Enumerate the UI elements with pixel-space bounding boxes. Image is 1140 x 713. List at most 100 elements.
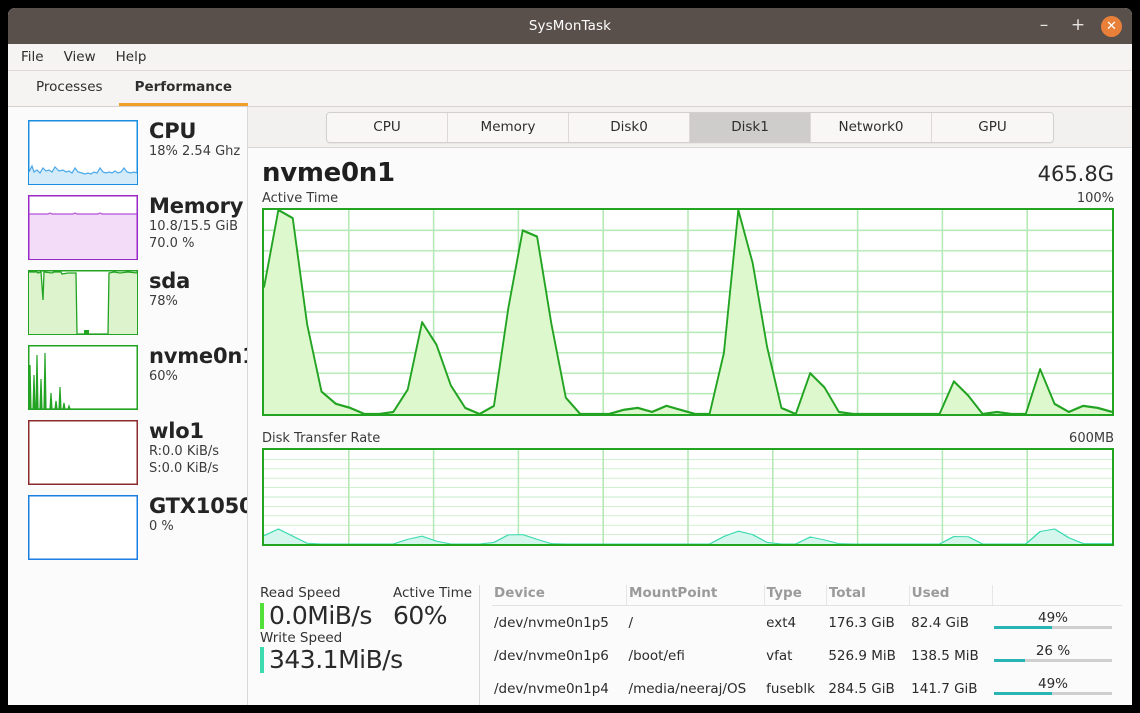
sidebar-item-gtx1050-text: GTX1050 0 % [149, 495, 241, 535]
active-time-stat-label: Active Time [393, 585, 472, 601]
cell-usage: 26 % [992, 639, 1122, 672]
usage-fill [994, 659, 1025, 662]
table-row[interactable]: /dev/nvme0n1p4 /media/neeraj/OS fuseblk … [492, 672, 1122, 705]
device-size: 465.8G [1038, 162, 1114, 186]
sidebar-item-sda[interactable]: sda 78% [8, 265, 247, 340]
usage-track [994, 626, 1112, 629]
table-row[interactable]: /dev/nvme0n1p6 /boot/efi vfat 526.9 MiB … [492, 639, 1122, 672]
partition-table: Device MountPoint Type Total Used /dev/n… [492, 585, 1122, 705]
sidebar-item-cpu-text: CPU 18% 2.54 Ghz [149, 120, 240, 160]
sidebar-item-cpu[interactable]: CPU 18% 2.54 Ghz [8, 115, 247, 190]
sidebar-item-wlo1-sub1: R:0.0 KiB/s [149, 443, 219, 460]
menu-item-view[interactable]: View [62, 47, 98, 67]
device-tab-bar: CPU Memory Disk0 Disk1 Network0 GPU [248, 107, 1132, 148]
usage-percent: 49% [994, 676, 1112, 692]
speed-stats: Read Speed Active Time 0.0MiB/s 60% Writ… [248, 585, 480, 705]
window-controls: – + ✕ [1033, 8, 1122, 44]
col-mountpoint[interactable]: MountPoint [627, 585, 765, 606]
sda-sparkline [28, 270, 138, 335]
partition-header-row: Device MountPoint Type Total Used [492, 585, 1122, 606]
cell-device: /dev/nvme0n1p5 [492, 606, 627, 640]
sidebar-item-wlo1[interactable]: wlo1 R:0.0 KiB/s S:0.0 KiB/s [8, 415, 247, 490]
active-time-max: 100% [1077, 191, 1114, 206]
partition-table-wrap: Device MountPoint Type Total Used /dev/n… [480, 585, 1132, 705]
cell-mountpoint: /boot/efi [627, 639, 765, 672]
read-speed-label: Read Speed [260, 585, 393, 601]
sidebar-item-memory[interactable]: Memory 10.8/15.5 GiB 70.0 % [8, 190, 247, 265]
table-row[interactable]: /dev/nvme0n1p5 / ext4 176.3 GiB 82.4 GiB… [492, 606, 1122, 640]
usage-meter: 49% [994, 610, 1112, 635]
cell-mountpoint: /media/neeraj/OS [627, 672, 765, 705]
menu-bar: File View Help [8, 44, 1132, 71]
device-tab-cpu[interactable]: CPU [327, 113, 448, 142]
sidebar-item-wlo1-text: wlo1 R:0.0 KiB/s S:0.0 KiB/s [149, 420, 219, 477]
cell-type: vfat [764, 639, 826, 672]
cell-total: 526.9 MiB [826, 639, 909, 672]
device-header: nvme0n1 465.8G [262, 158, 1114, 188]
partition-table-head: Device MountPoint Type Total Used [492, 585, 1122, 606]
usage-fill [994, 626, 1052, 629]
sidebar-item-nvme0n1-name: nvme0n1 [149, 345, 241, 368]
sidebar-item-sda-name: sda [149, 270, 190, 293]
sidebar-item-memory-sub1: 10.8/15.5 GiB [149, 218, 241, 235]
col-type[interactable]: Type [764, 585, 826, 606]
sidebar-item-gtx1050[interactable]: GTX1050 0 % [8, 490, 247, 565]
read-speed-value-wrap: 0.0MiB/s [260, 602, 393, 630]
speed-values-row-1: 0.0MiB/s 60% [260, 601, 479, 630]
write-speed-value: 343.1MiB/s [269, 646, 403, 674]
device-name: nvme0n1 [262, 158, 395, 188]
wlo1-sparkline [28, 420, 138, 485]
device-tab-group: CPU Memory Disk0 Disk1 Network0 GPU [326, 112, 1054, 143]
menu-item-help[interactable]: Help [114, 47, 149, 67]
sidebar-item-nvme0n1[interactable]: nvme0n1 60% [8, 340, 247, 415]
partition-table-body: /dev/nvme0n1p5 / ext4 176.3 GiB 82.4 GiB… [492, 606, 1122, 706]
read-speed-value: 0.0MiB/s [269, 602, 372, 630]
cell-used: 82.4 GiB [909, 606, 992, 640]
tab-processes[interactable]: Processes [20, 71, 119, 106]
transfer-rate-title: Disk Transfer Rate [262, 431, 380, 446]
usage-track [994, 659, 1112, 662]
col-used[interactable]: Used [909, 585, 992, 606]
cell-usage: 49% [992, 606, 1122, 640]
transfer-rate-chart [262, 448, 1114, 546]
device-tab-disk1[interactable]: Disk1 [690, 113, 811, 142]
main-tab-bar: Processes Performance [8, 71, 1132, 107]
content-area: CPU 18% 2.54 Ghz Memory 10.8/15.5 GiB 70… [8, 107, 1132, 705]
write-speed-label: Write Speed [260, 630, 342, 646]
sidebar-item-gtx1050-name: GTX1050 [149, 495, 241, 518]
usage-percent: 26 % [994, 643, 1112, 659]
active-time-stat-value: 60% [393, 601, 447, 630]
sidebar-item-sda-sub: 78% [149, 293, 190, 310]
device-tab-memory[interactable]: Memory [448, 113, 569, 142]
device-tab-disk0[interactable]: Disk0 [569, 113, 690, 142]
speed-values-row-2: 343.1MiB/s [260, 646, 479, 674]
window-title: SysMonTask [529, 18, 611, 34]
performance-sidebar: CPU 18% 2.54 Ghz Memory 10.8/15.5 GiB 70… [8, 107, 248, 705]
device-tab-gpu[interactable]: GPU [932, 113, 1053, 142]
gtx1050-sparkline [28, 495, 138, 560]
cell-device: /dev/nvme0n1p6 [492, 639, 627, 672]
close-icon[interactable]: ✕ [1101, 16, 1122, 37]
maximize-icon[interactable]: + [1067, 15, 1089, 37]
tab-performance[interactable]: Performance [119, 71, 248, 106]
active-time-labels: Active Time 100% [262, 191, 1114, 206]
menu-item-file[interactable]: File [19, 47, 46, 67]
col-device[interactable]: Device [492, 585, 627, 606]
sidebar-item-nvme0n1-sub: 60% [149, 368, 241, 385]
cell-type: fuseblk [764, 672, 826, 705]
minimize-icon[interactable]: – [1033, 15, 1055, 37]
cell-mountpoint: / [627, 606, 765, 640]
sidebar-item-sda-text: sda 78% [149, 270, 190, 310]
memory-sparkline [28, 195, 138, 260]
nvme0n1-sparkline [28, 345, 138, 410]
usage-meter: 26 % [994, 643, 1112, 668]
sidebar-item-wlo1-sub2: S:0.0 KiB/s [149, 460, 219, 477]
device-tab-network0[interactable]: Network0 [811, 113, 932, 142]
usage-percent: 49% [994, 610, 1112, 626]
usage-fill [994, 692, 1052, 695]
col-usage[interactable] [992, 585, 1122, 606]
active-time-chart [262, 208, 1114, 416]
performance-detail-panel: CPU Memory Disk0 Disk1 Network0 GPU nvme… [248, 107, 1132, 705]
col-total[interactable]: Total [826, 585, 909, 606]
transfer-rate-labels: Disk Transfer Rate 600MB [262, 431, 1114, 446]
